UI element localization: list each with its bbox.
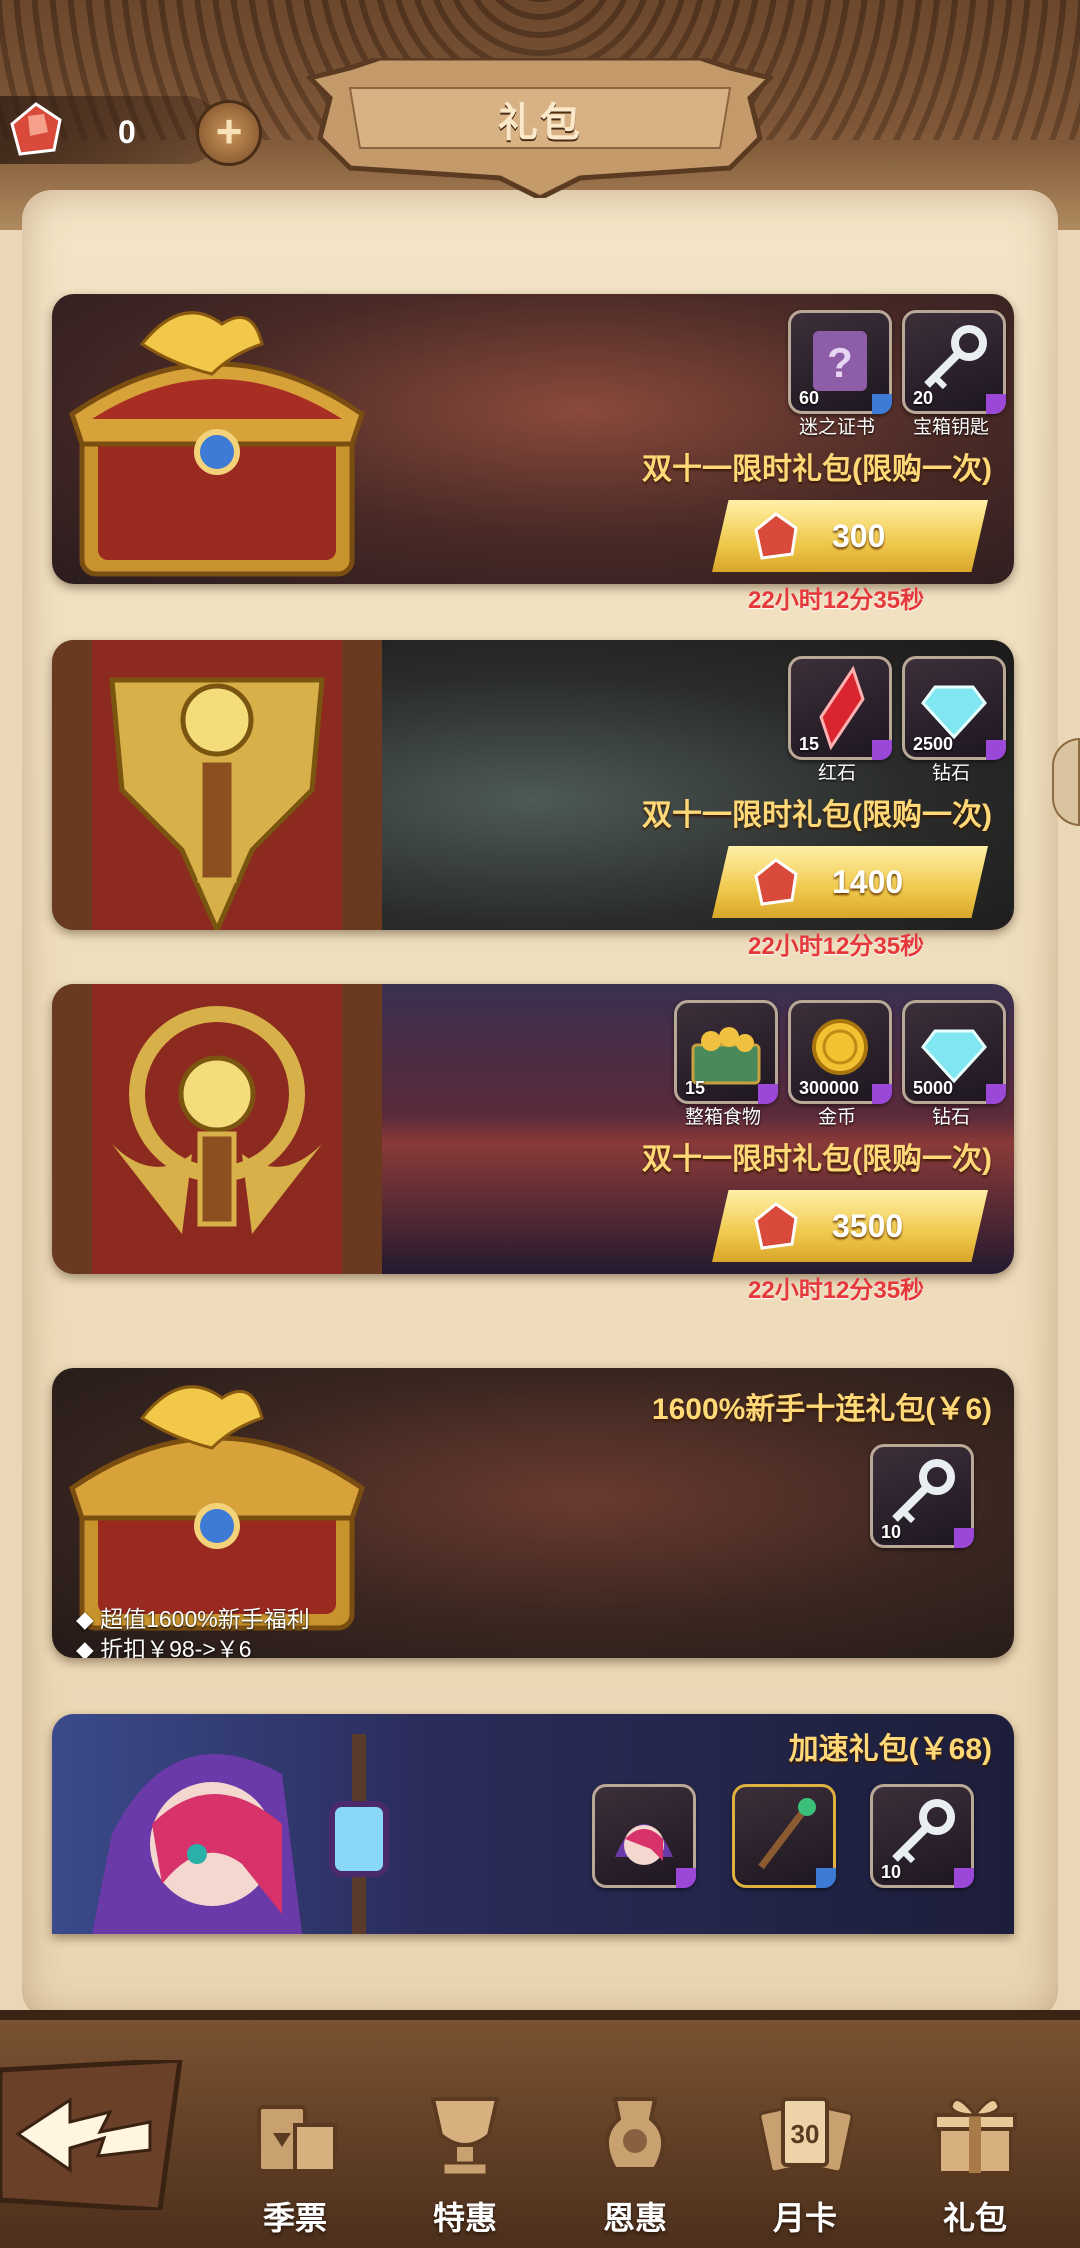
nav-label: 月卡 <box>772 2200 837 2236</box>
buy-button[interactable]: 3500 <box>712 1190 988 1262</box>
pack-card: 15 2500 红石 钻石 双十一限时礼包(限购一次) 1400 <box>52 640 1014 930</box>
side-pull-tab[interactable] <box>1052 738 1080 826</box>
item-quantity: 60 <box>799 388 820 408</box>
reward-item[interactable]: 5000 <box>902 1000 1006 1104</box>
nav-monthly-card[interactable]: 30 月卡 <box>735 2085 875 2245</box>
nav-label: 恩惠 <box>602 2200 667 2236</box>
reward-item[interactable]: 300000 <box>788 1000 892 1104</box>
price-value: 300 <box>832 518 886 554</box>
season-pass-icon <box>257 2105 337 2173</box>
countdown-timer: 22小时12分35秒 <box>748 933 925 960</box>
item-quantity: 15 <box>799 734 820 754</box>
price-value: 3500 <box>832 1208 904 1244</box>
urn-icon <box>605 2097 665 2171</box>
pack-card[interactable]: 1600%新手十连礼包(￥6) 10 ◆ 超值1600%新手福利 ◆ 折扣￥98… <box>52 1368 1014 1658</box>
item-quantity: 2500 <box>913 734 954 754</box>
gem-icon <box>754 1202 798 1250</box>
trophy-icon <box>430 2097 500 2177</box>
bullet-text: 折扣￥98->￥6 <box>100 1636 252 1658</box>
item-label: 金币 <box>817 1107 856 1128</box>
monthly-card-icon: 30 <box>758 2097 854 2174</box>
item-quantity: 15 <box>685 1078 706 1098</box>
item-quantity: 300000 <box>799 1078 860 1098</box>
nav-label: 礼包 <box>942 2200 1007 2236</box>
reward-item[interactable]: ? 60 <box>788 310 892 414</box>
item-quantity: 10 <box>881 1522 902 1542</box>
reward-item[interactable]: 15 <box>788 656 892 760</box>
item-quantity: 5000 <box>913 1078 954 1098</box>
nav-season-pass[interactable]: 季票 <box>225 2085 365 2245</box>
gift-box-icon <box>933 2098 1017 2175</box>
nav-favor[interactable]: 恩惠 <box>565 2085 705 2245</box>
add-gems-button[interactable]: + <box>196 100 262 166</box>
pack-title: 双十一限时礼包(限购一次) <box>642 453 992 486</box>
reward-item[interactable]: 10 <box>870 1444 974 1548</box>
gem-icon <box>754 858 798 906</box>
bullet-text: 超值1600%新手福利 <box>100 1606 310 1632</box>
golden-chest-art <box>69 311 365 577</box>
pack-title: 1600%新手十连礼包(￥6) <box>651 1393 992 1426</box>
price-value: 1400 <box>832 864 904 900</box>
pack-card[interactable]: 加速礼包(￥68) 10 <box>52 1714 1014 1934</box>
countdown-timer: 22小时12分35秒 <box>748 1277 925 1304</box>
svg-text:30: 30 <box>791 2119 820 2149</box>
gem-count: 0 <box>118 114 136 150</box>
pack-card: 15 300000 5000 整箱食物 金币 钻石 双十一限时礼包(限购一次) … <box>52 984 1014 1274</box>
nav-label: 特惠 <box>432 2200 497 2236</box>
nav-gift-pack[interactable]: 礼包 <box>905 2085 1045 2245</box>
buy-button[interactable]: 1400 <box>712 846 988 918</box>
item-label: 迷之证书 <box>798 417 875 438</box>
nav-special-offer[interactable]: 特惠 <box>395 2085 535 2245</box>
back-button[interactable] <box>0 2060 190 2210</box>
countdown-timer: 22小时12分35秒 <box>748 587 925 614</box>
item-label: 整箱食物 <box>684 1107 761 1128</box>
nav-label: 季票 <box>262 2200 327 2236</box>
svg-text:?: ? <box>827 339 853 386</box>
reward-item[interactable] <box>732 1784 836 1888</box>
crest-card-art <box>52 984 382 1274</box>
reward-item[interactable]: 2500 <box>902 656 1006 760</box>
reward-item[interactable]: 15 <box>674 1000 778 1104</box>
item-quantity: 20 <box>913 388 934 408</box>
crest-card-art <box>52 640 382 930</box>
gem-icon <box>754 512 798 560</box>
pack-card: ? 60 20 迷之证书 宝箱钥匙 双十一限时礼包(限购一次) 300 <box>52 294 1014 584</box>
reward-item[interactable]: 20 <box>902 310 1006 414</box>
pack-bullet: ◆ 折扣￥98->￥6 <box>76 1630 252 1658</box>
pack-title: 加速礼包(￥68) <box>788 1733 992 1766</box>
reward-item[interactable]: 10 <box>870 1784 974 1888</box>
gem-icon <box>10 102 62 156</box>
pack-title: 双十一限时礼包(限购一次) <box>642 1143 992 1176</box>
pack-bullet: ◆ 超值1600%新手福利 <box>76 1606 310 1632</box>
pack-title: 双十一限时礼包(限购一次) <box>642 799 992 832</box>
item-label: 宝箱钥匙 <box>912 417 989 438</box>
buy-button[interactable]: 300 <box>712 500 988 572</box>
witch-hero-art <box>92 1734 389 1934</box>
item-label: 红石 <box>817 763 856 784</box>
reward-item[interactable] <box>592 1784 696 1888</box>
item-label: 钻石 <box>931 1107 970 1128</box>
item-quantity: 10 <box>881 1862 902 1882</box>
item-label: 钻石 <box>931 763 970 784</box>
gem-currency: 0 <box>0 96 220 164</box>
